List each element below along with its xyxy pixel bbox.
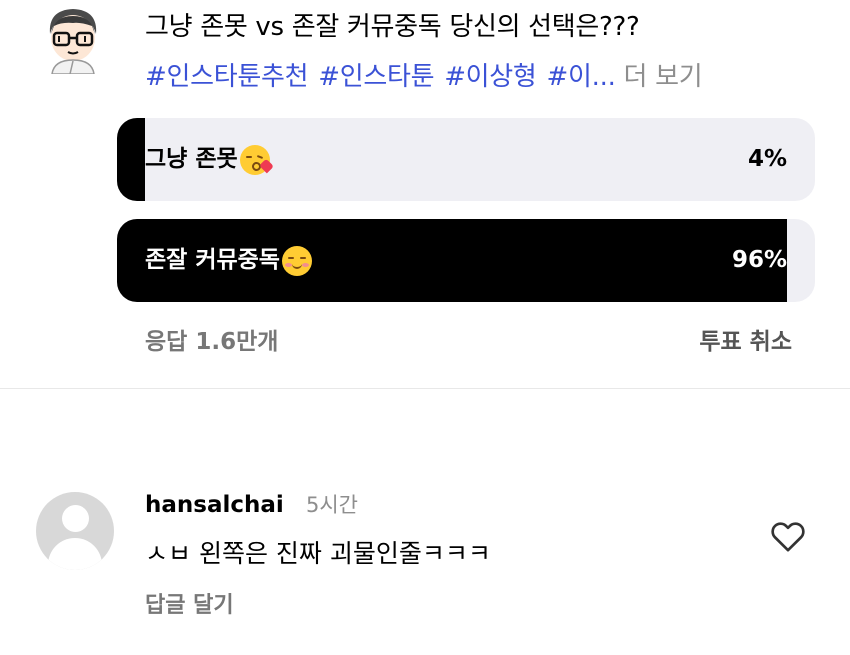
poll-option-label: 존잘 커뮤중독	[145, 219, 312, 302]
post-title: 그냥 존못 vs 존잘 커뮤중독 당신의 선택은???	[145, 12, 640, 42]
hashtag-link[interactable]: #인스타툰	[318, 62, 434, 92]
default-avatar-icon	[62, 505, 89, 532]
hashtag-link[interactable]: #이상형	[444, 62, 537, 92]
poll-option-label: 그냥 존못	[145, 118, 274, 201]
comment-text: ㅅㅂ 왼쪽은 진짜 괴물인줄ㅋㅋㅋ	[145, 539, 491, 568]
poll-option-text: 존잘 커뮤중독	[145, 247, 280, 273]
poll-option-fill	[117, 118, 145, 201]
comment-username[interactable]: hansalchai	[145, 488, 284, 522]
default-avatar-body	[48, 538, 102, 570]
comment-timestamp: 5시간	[306, 493, 359, 517]
poll-option[interactable]: 그냥 존못 4%	[117, 118, 815, 201]
hashtag-link[interactable]: #인스타툰추천	[145, 62, 309, 92]
reply-button[interactable]: 답글 달기	[145, 589, 234, 623]
poll-option[interactable]: 존잘 커뮤중독 96%	[117, 219, 815, 302]
poll-option-percent: 4%	[747, 146, 787, 172]
cartoon-avatar-icon	[49, 9, 97, 75]
post-author-avatar[interactable]	[40, 4, 106, 75]
post-tags: #인스타툰추천 #인스타툰 #이상형 #이... 더 보기	[145, 58, 703, 96]
kissing-heart-emoji-icon	[239, 144, 274, 175]
poll-option-text: 그냥 존못	[145, 146, 238, 172]
heart-icon[interactable]	[768, 516, 808, 556]
comment-avatar[interactable]	[36, 492, 114, 570]
poll-response-count: 응답 1.6만개	[145, 329, 279, 355]
section-divider	[0, 388, 850, 389]
more-link[interactable]: 더 보기	[624, 62, 703, 92]
cancel-vote-button[interactable]: 투표 취소	[699, 325, 792, 359]
poll-option-percent: 96%	[731, 247, 787, 273]
hashtag-link[interactable]: #이...	[547, 62, 616, 92]
smirk-emoji-icon	[281, 245, 312, 276]
